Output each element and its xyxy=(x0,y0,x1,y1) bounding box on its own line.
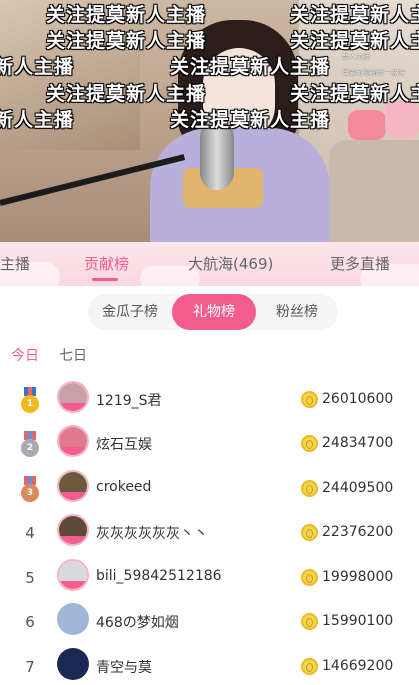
ranking-row[interactable]: 3 crokeed 24409500 xyxy=(0,470,419,514)
bronze-medal-icon: 3 xyxy=(20,476,40,502)
username[interactable]: 1219_S君 xyxy=(96,390,162,410)
silver-medal-icon: 2 xyxy=(20,431,40,457)
avatar[interactable] xyxy=(57,425,89,457)
username[interactable]: 468の梦如烟 xyxy=(96,612,179,632)
newbie-note-text: 每周可领福利一波呀 xyxy=(342,69,405,77)
tab-contribution[interactable]: 贡献榜 xyxy=(84,253,129,274)
avatar[interactable] xyxy=(57,559,89,591)
avatar[interactable] xyxy=(57,603,89,635)
danmaku-comment: 新人主播 xyxy=(0,56,75,78)
gift-score: 26010600 xyxy=(322,391,394,407)
gift-score: 24409500 xyxy=(322,480,394,496)
ranking-row[interactable]: 7 青空与莫 14669200 xyxy=(0,648,419,685)
gold-coin-icon xyxy=(301,480,318,497)
rank-number: 7 xyxy=(25,658,35,676)
tab-anchor[interactable]: 主播 xyxy=(0,253,30,274)
room-tab-bar: 主播 贡献榜 大航海(469) 更多直播 xyxy=(0,242,419,294)
avatar[interactable] xyxy=(57,648,89,680)
danmaku-comment: 关注提莫新人主播 xyxy=(170,56,331,78)
active-tab-indicator xyxy=(92,278,118,281)
rank-number: 4 xyxy=(25,524,35,542)
avatar[interactable] xyxy=(57,381,89,413)
ranking-row[interactable]: 4 灰灰灰灰灰灰丶丶 22376200 xyxy=(0,514,419,558)
username[interactable]: crokeed xyxy=(96,479,151,495)
gift-score: 14669200 xyxy=(322,658,394,674)
rank-number: 6 xyxy=(25,613,35,631)
danmaku-comment: 关注提莫新人主播 xyxy=(290,30,419,52)
ranking-row[interactable]: 6 468の梦如烟 15990100 xyxy=(0,603,419,647)
ranking-row[interactable]: 5 bili_59842512186 19998000 xyxy=(0,559,419,603)
live-video-player[interactable]: 新人主播 每周可领福利一波呀 关注提莫新人主播 关注提莫新人主播 关注提莫新人主… xyxy=(0,0,419,242)
avatar[interactable] xyxy=(57,470,89,502)
newbie-badge-text: 新人主播 xyxy=(342,53,370,61)
gift-score: 15990100 xyxy=(322,613,394,629)
danmaku-comment: 关注提莫新人主播 xyxy=(290,4,419,26)
username[interactable]: 青空与莫 xyxy=(96,657,152,677)
username[interactable]: 灰灰灰灰灰灰丶丶 xyxy=(96,523,208,543)
gold-coin-icon xyxy=(301,569,318,586)
tab-more-live[interactable]: 更多直播 xyxy=(330,253,390,274)
danmaku-comment: 关注提莫新人主播 xyxy=(170,109,331,131)
gold-coin-icon xyxy=(301,613,318,630)
ranking-type-switch: 金瓜子榜 礼物榜 粉丝榜 xyxy=(88,294,338,330)
ranking-row[interactable]: 2 炫石互娱 24834700 xyxy=(0,425,419,469)
subtab-gold-seeds[interactable]: 金瓜子榜 xyxy=(88,294,172,330)
period-seven-days[interactable]: 七日 xyxy=(59,345,87,365)
subtab-fans[interactable]: 粉丝榜 xyxy=(256,294,338,330)
gift-score: 19998000 xyxy=(322,569,394,585)
gold-coin-icon xyxy=(301,524,318,541)
ranking-row[interactable]: 1 1219_S君 26010600 xyxy=(0,381,419,425)
danmaku-comment: 新人主播 xyxy=(0,109,75,131)
background-sofa xyxy=(329,140,419,240)
tab-guard[interactable]: 大航海(469) xyxy=(188,253,273,274)
avatar[interactable] xyxy=(57,514,89,546)
username[interactable]: bili_59842512186 xyxy=(96,568,222,584)
danmaku-comment: 关注提莫新人主播 xyxy=(46,30,207,52)
gold-coin-icon xyxy=(301,435,318,452)
gift-score: 22376200 xyxy=(322,524,394,540)
danmaku-comment: 关注提莫新人主播 xyxy=(46,4,207,26)
gold-medal-icon: 1 xyxy=(20,387,40,413)
gold-coin-icon xyxy=(301,658,318,675)
danmaku-comment: 关注提莫新人主播 xyxy=(290,83,419,105)
rank-number: 5 xyxy=(25,569,35,587)
username[interactable]: 炫石互娱 xyxy=(96,434,152,454)
period-today[interactable]: 今日 xyxy=(11,345,39,365)
subtab-gift[interactable]: 礼物榜 xyxy=(172,294,256,330)
danmaku-comment: 关注提莫新人主播 xyxy=(46,83,207,105)
gift-score: 24834700 xyxy=(322,435,394,451)
gold-coin-icon xyxy=(301,391,318,408)
pink-cushion xyxy=(348,110,386,140)
